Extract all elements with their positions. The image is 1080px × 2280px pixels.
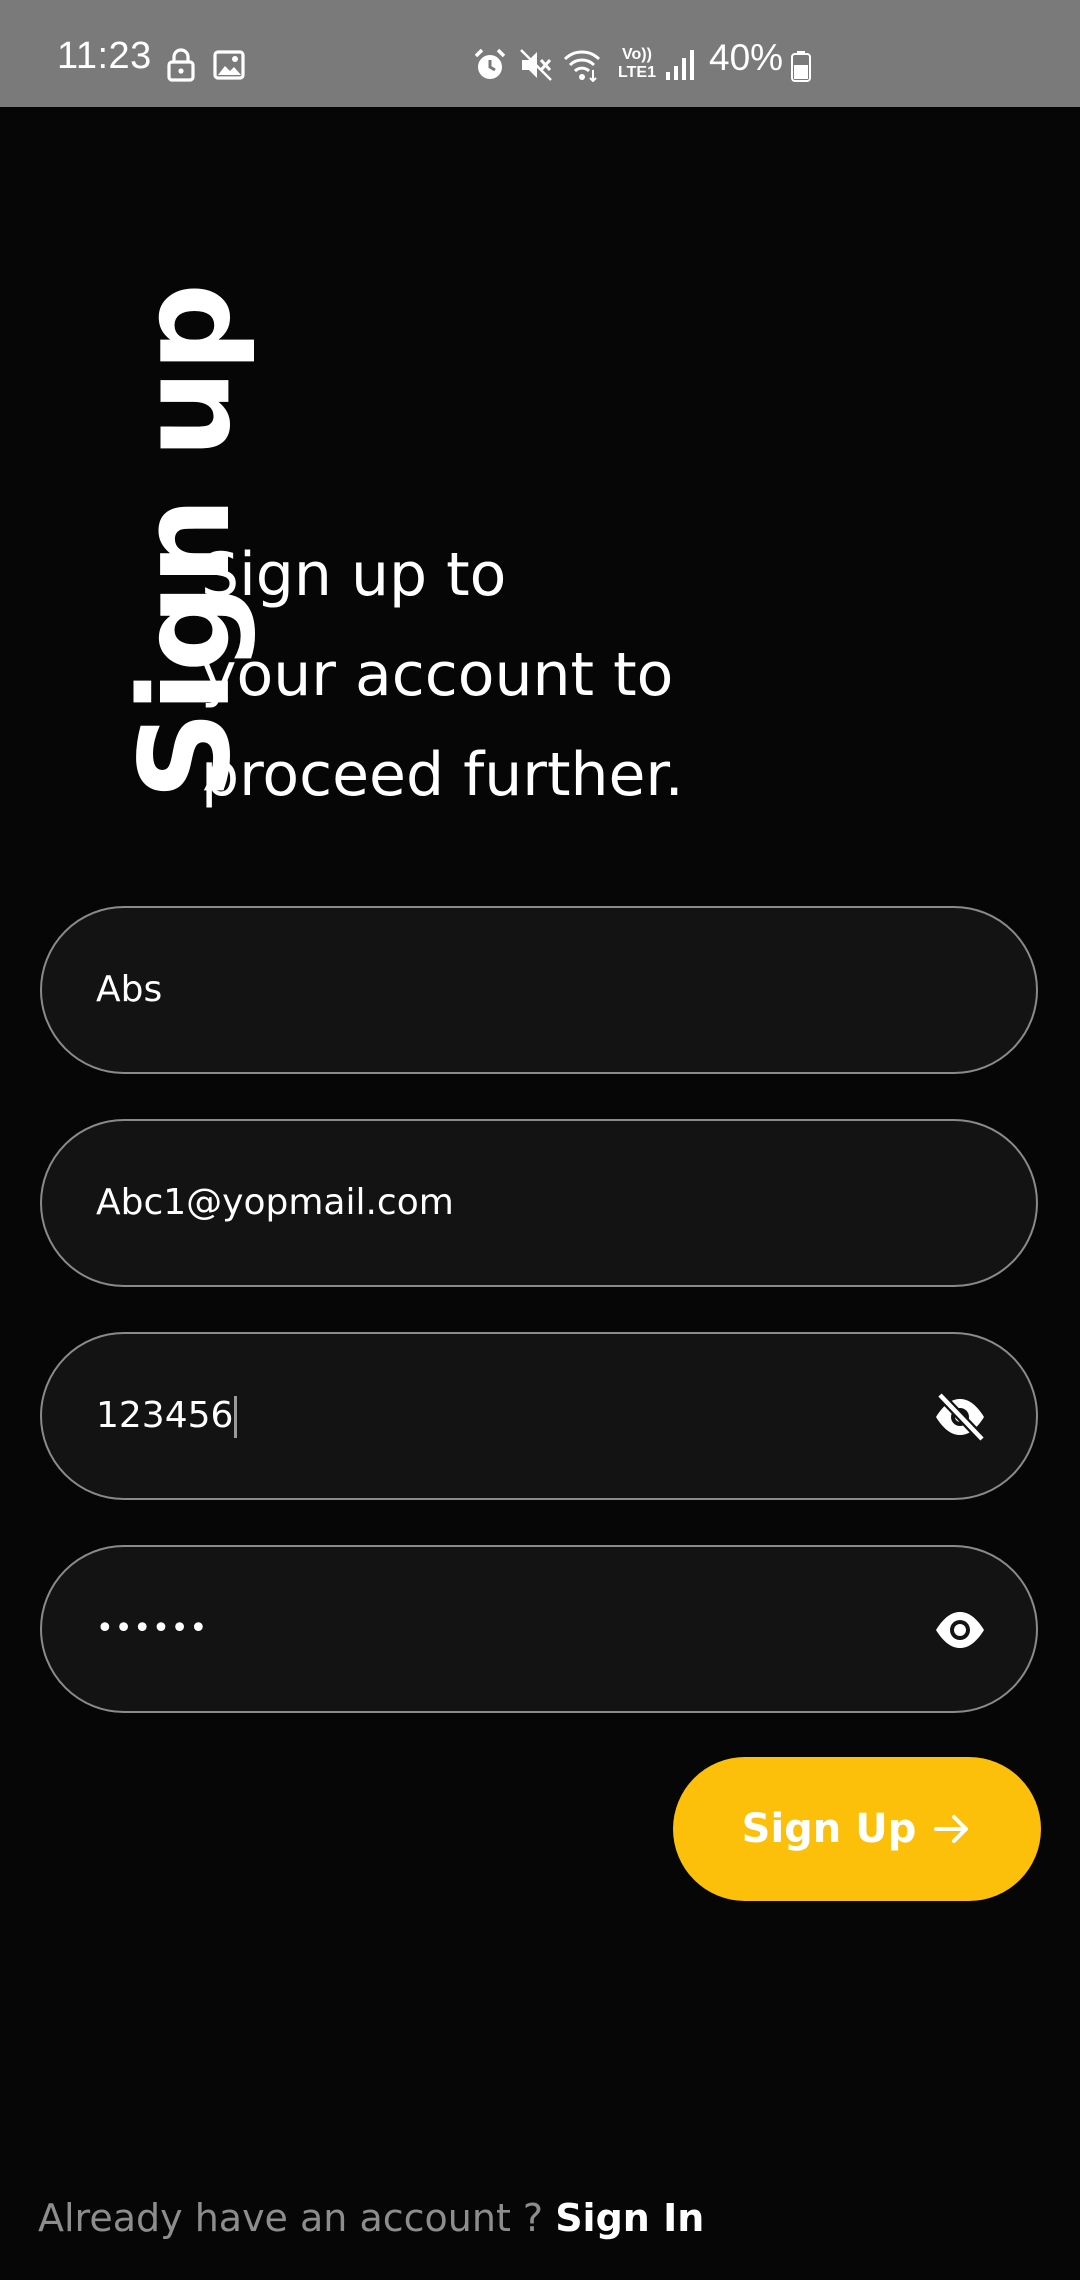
signal-icon (666, 50, 694, 80)
password-field[interactable]: 123456 (40, 1332, 1038, 1500)
confirm-password-field[interactable]: •••••• (40, 1545, 1038, 1713)
sign-up-button-label: Sign Up (741, 1806, 917, 1852)
subtitle-line: Sign up to (201, 540, 507, 610)
name-field-value: Abs (96, 969, 163, 1010)
sign-up-button[interactable]: Sign Up (673, 1757, 1041, 1901)
sign-up-screen: 11:23 Vo)) LTE1 40% Sign up Sign up to y… (0, 0, 1080, 2280)
volte-icon: Vo)) LTE1 (618, 46, 656, 81)
eye-off-icon[interactable] (932, 1389, 988, 1445)
confirm-password-field-value: •••••• (96, 1611, 209, 1646)
eye-icon[interactable] (932, 1602, 988, 1658)
status-time: 11:23 (57, 35, 152, 77)
sign-in-prompt-text: Already have an account ? (38, 2196, 556, 2240)
wifi-icon (563, 50, 601, 82)
subtitle-line: your account to (201, 640, 674, 710)
battery-percent: 40% (709, 37, 784, 78)
sign-in-prompt: Already have an account ? Sign In (38, 2190, 704, 2246)
lock-icon (167, 48, 195, 82)
mute-icon (520, 49, 552, 81)
text-cursor (234, 1396, 238, 1438)
name-field[interactable]: Abs (40, 906, 1038, 1074)
password-field-value: 123456 (96, 1395, 234, 1436)
sign-in-link[interactable]: Sign In (555, 2196, 704, 2240)
battery-icon (791, 51, 811, 82)
status-bar: 11:23 Vo)) LTE1 40% (0, 0, 1080, 107)
alarm-icon (474, 48, 506, 79)
email-field[interactable]: Abc1@yopmail.com (40, 1119, 1038, 1287)
arrow-right-icon (934, 1815, 969, 1843)
image-icon (213, 50, 245, 80)
email-field-value: Abc1@yopmail.com (96, 1182, 454, 1223)
subtitle: Sign up to your account to proceed furth… (201, 525, 961, 825)
subtitle-line: proceed further. (201, 740, 684, 810)
password-field-container: 123456 (96, 1334, 238, 1498)
